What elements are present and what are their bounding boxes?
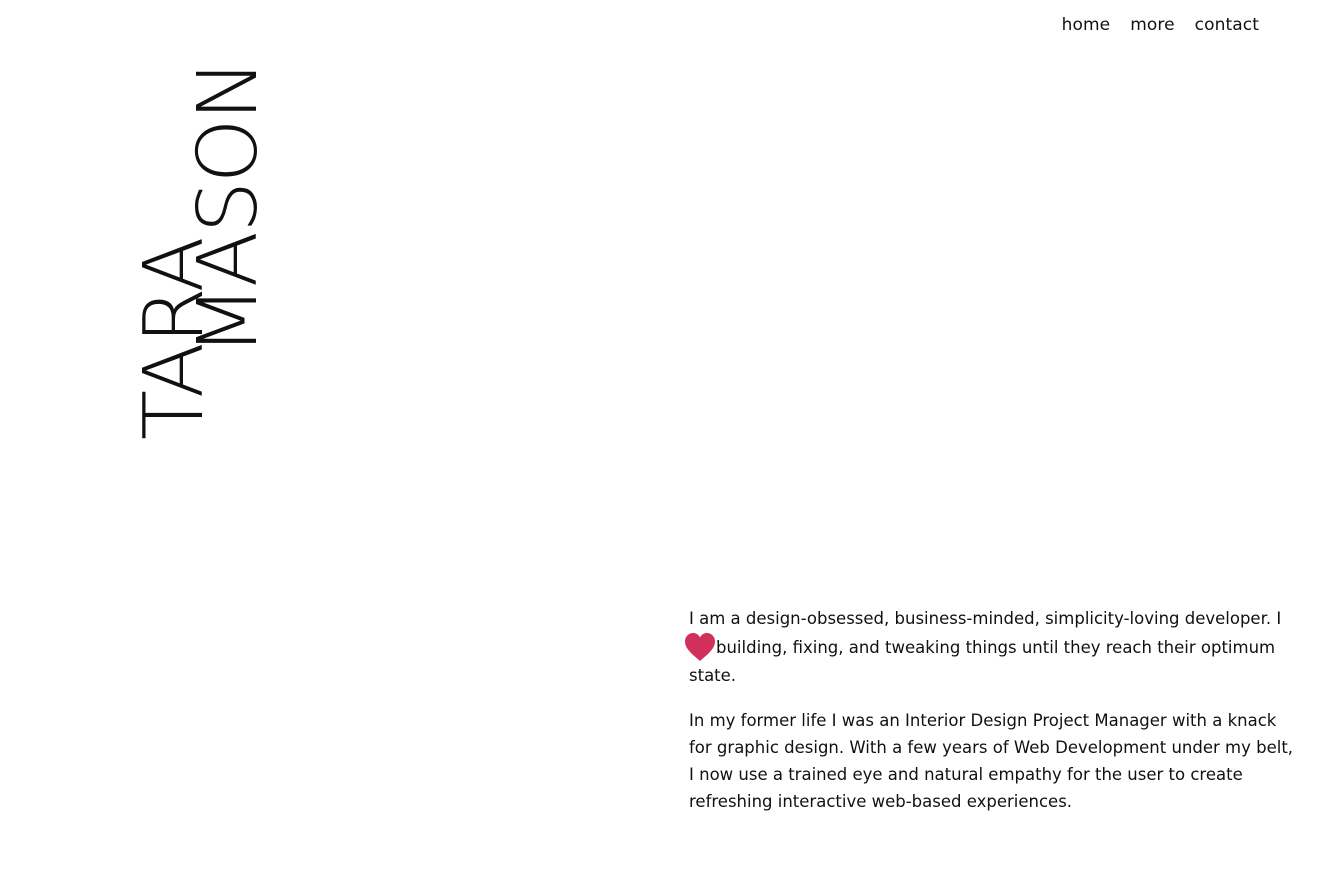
site-logo[interactable]: TARA MASON — [0, 0, 300, 460]
nav-link-contact[interactable]: contact — [1195, 12, 1259, 38]
top-nav: home more contact — [1062, 12, 1259, 38]
about-section: I am a design-obsessed, business-minded,… — [685, 605, 1294, 833]
nav-link-more[interactable]: more — [1130, 12, 1174, 38]
about-paragraph-1: I am a design-obsessed, business-minded,… — [685, 605, 1294, 689]
about-paragraph-1-end: building, fixing, and tweaking things un… — [689, 638, 1276, 685]
heart-icon — [684, 632, 716, 662]
about-paragraph-2: In my former life I was an Interior Desi… — [689, 711, 1294, 811]
nav-link-home[interactable]: home — [1062, 12, 1111, 38]
logo-last-name: MASON — [181, 61, 276, 356]
about-paragraph-1-start: I am a design-obsessed, business-minded,… — [689, 609, 1282, 628]
